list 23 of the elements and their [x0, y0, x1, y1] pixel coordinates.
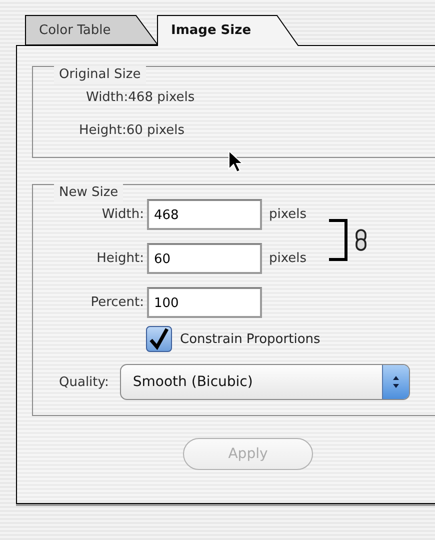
field-label: Width: — [100, 207, 144, 222]
size-field[interactable]: 100 — [147, 287, 262, 318]
unit-label: pixels — [269, 251, 307, 266]
chain-link-icon — [355, 229, 367, 251]
link-bracket — [329, 219, 349, 261]
unit-label: pixels — [269, 207, 307, 222]
checkbox-label: Constrain Proportions — [180, 332, 320, 346]
size-field[interactable]: 468 — [147, 199, 262, 230]
quality-dropdown[interactable]: Smooth (Bicubic) — [120, 364, 410, 400]
size-field[interactable]: 60 — [147, 243, 262, 274]
mouse-pointer-icon — [228, 150, 246, 174]
checkmark-icon — [149, 328, 169, 350]
group-title: New Size — [54, 184, 124, 202]
updown-arrows-icon — [392, 375, 400, 389]
checkbox[interactable] — [146, 326, 172, 352]
tab[interactable]: Image Size — [157, 15, 299, 46]
original-width: Width:468 pixels — [86, 90, 195, 105]
field-label: Height: — [96, 251, 144, 266]
original-height: Height:60 pixels — [79, 123, 185, 138]
group-title: Original Size — [54, 66, 146, 84]
field-label: Percent: — [90, 295, 144, 310]
quality-label: Quality: — [59, 374, 109, 390]
tab[interactable]: Color Table — [25, 15, 158, 45]
